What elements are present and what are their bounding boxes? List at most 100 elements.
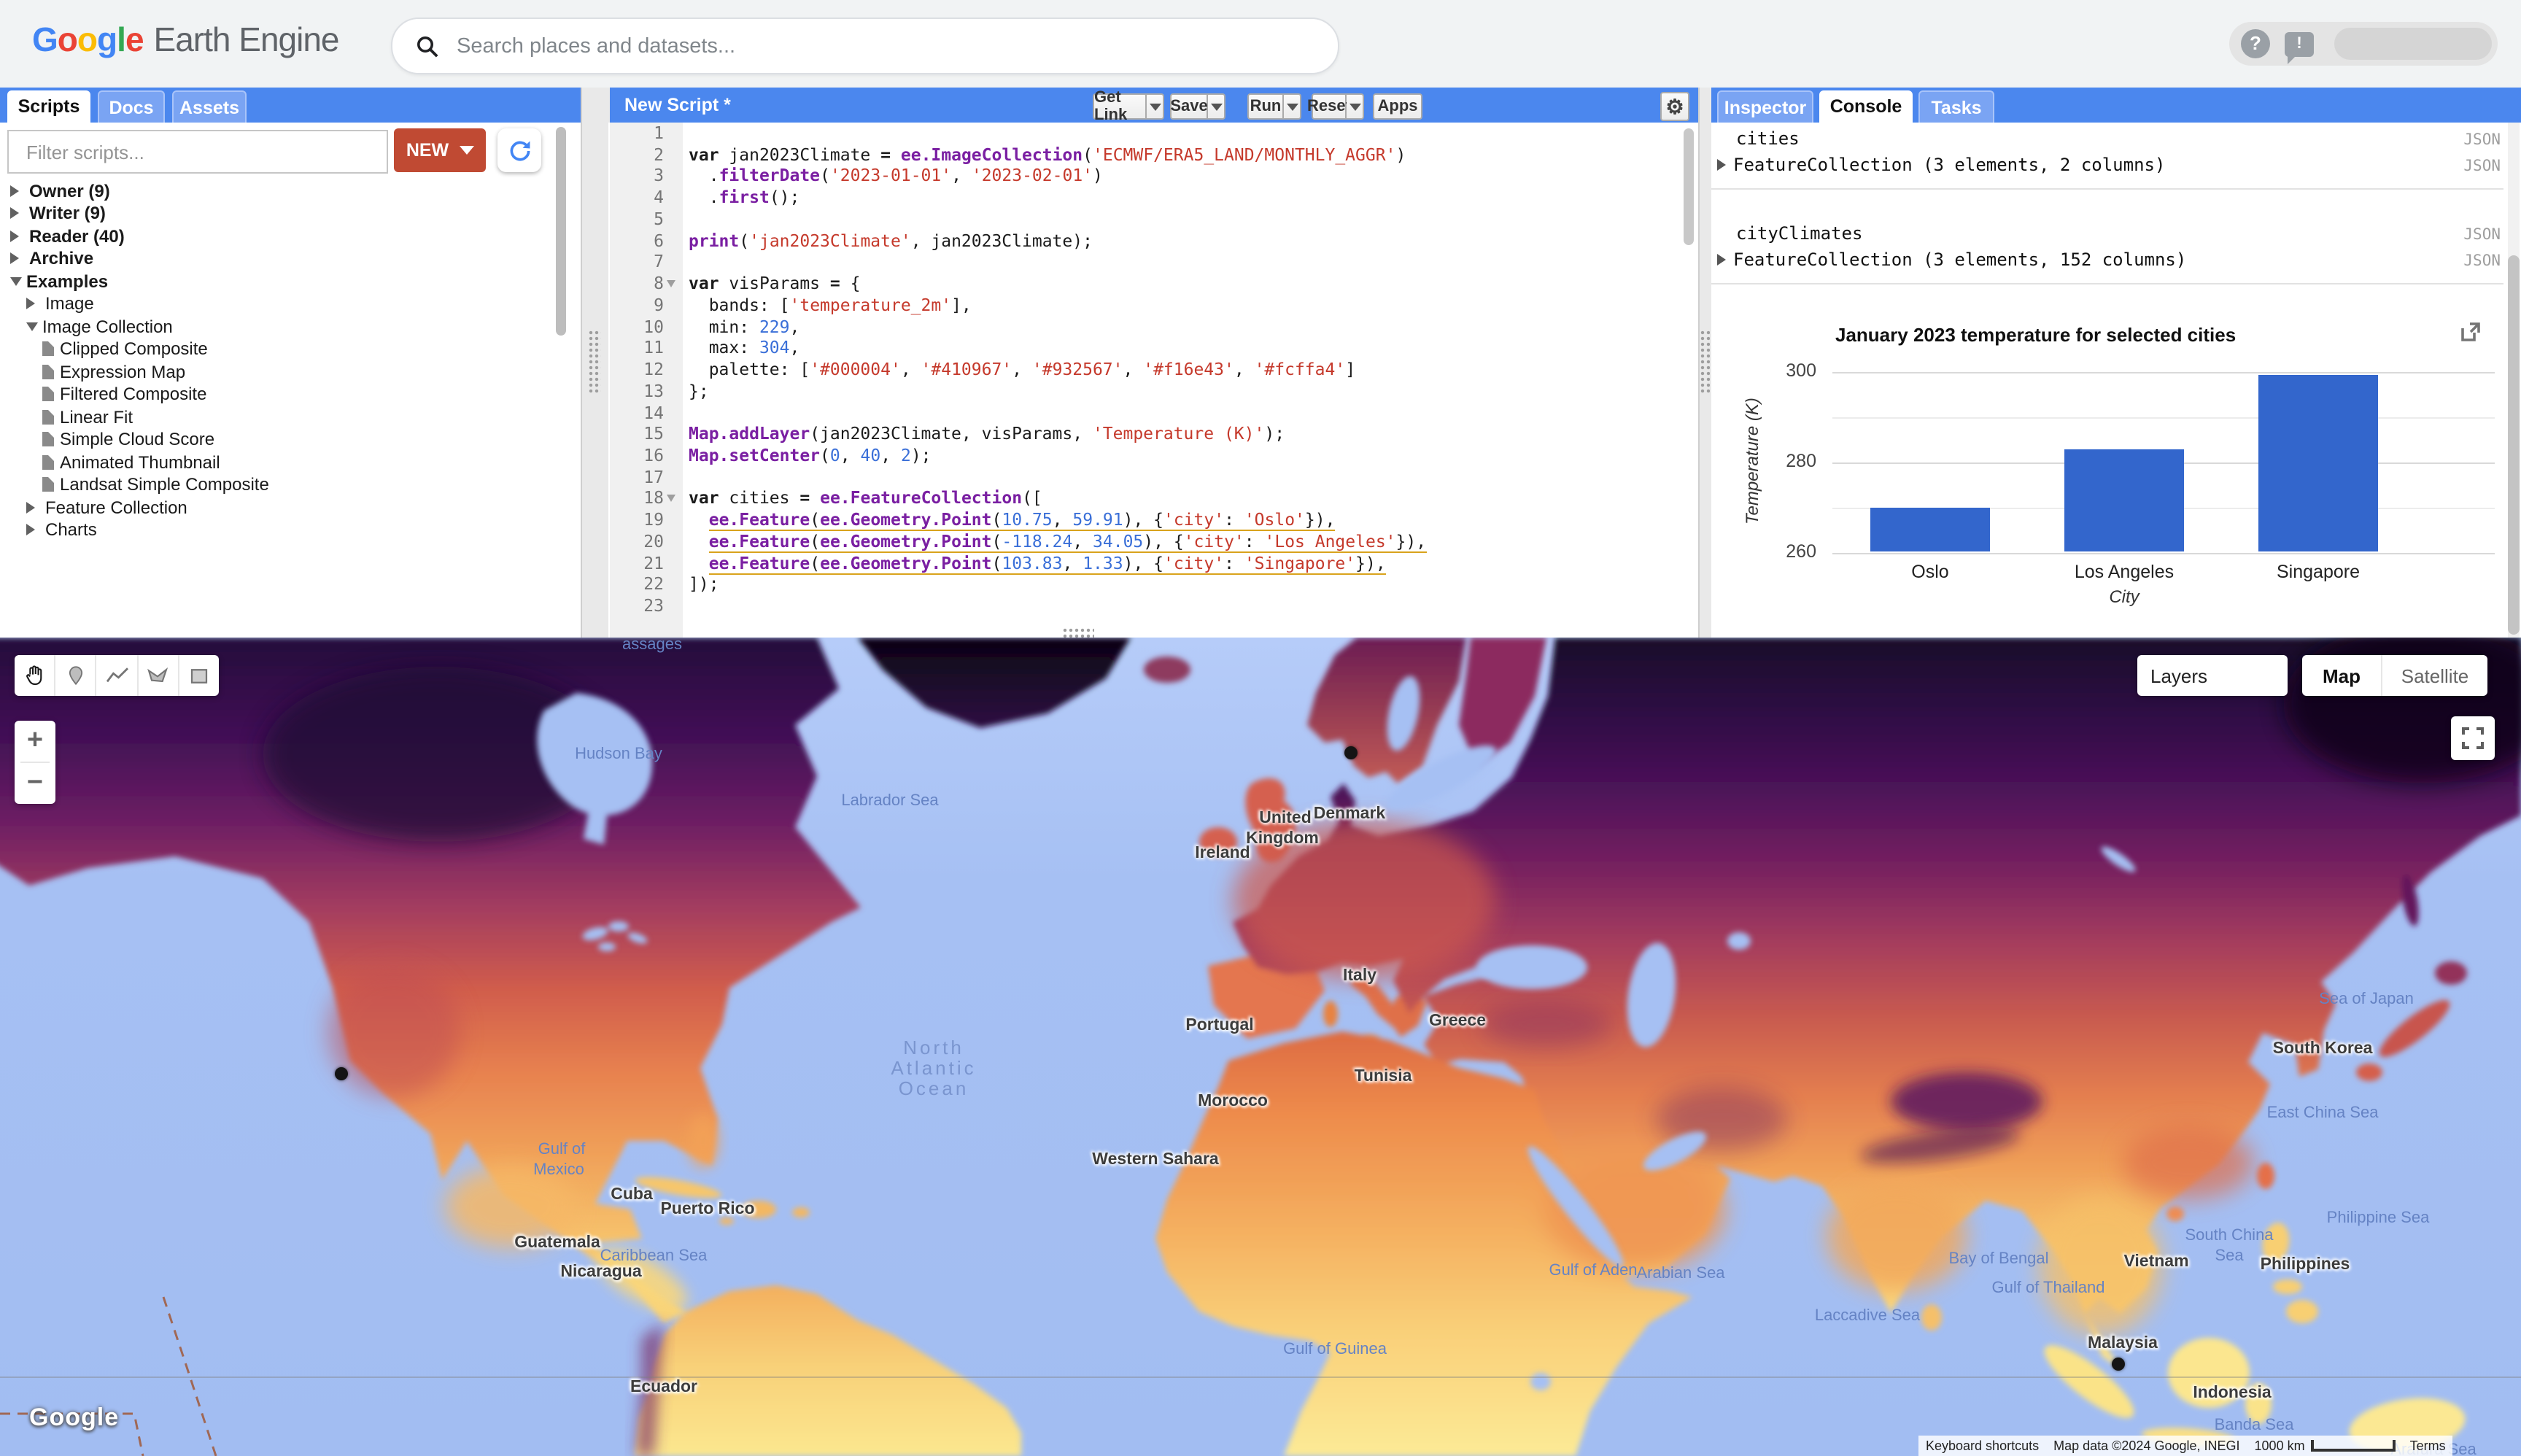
run-dropdown[interactable] xyxy=(1284,93,1301,120)
tab-tasks[interactable]: Tasks xyxy=(1918,90,1994,123)
caret-right-icon[interactable] xyxy=(26,298,41,310)
search-input[interactable]: Search places and datasets... xyxy=(391,18,1339,74)
json-tag[interactable]: JSON xyxy=(2422,131,2501,149)
console-entry-value[interactable]: FeatureCollection (3 elements, 152 colum… xyxy=(1733,249,2186,270)
code-line[interactable]: 13}; xyxy=(610,381,1684,402)
chart-popout-icon[interactable] xyxy=(2460,321,2482,343)
caret-down-icon[interactable] xyxy=(10,276,22,292)
code-line[interactable]: 20 ee.Feature(ee.Geometry.Point(-118.24,… xyxy=(610,530,1684,553)
settings-button[interactable]: ⚙ xyxy=(1660,92,1689,121)
rectangle-tool[interactable] xyxy=(179,655,219,696)
reset-button[interactable]: Reset xyxy=(1307,93,1351,120)
tree-item[interactable]: Reader (40) xyxy=(0,225,572,247)
map-type-map[interactable]: Map xyxy=(2302,655,2382,696)
reset-dropdown[interactable] xyxy=(1347,93,1364,120)
divider-drag-handle-2[interactable] xyxy=(1700,330,1710,394)
tree-item[interactable]: Writer (9) xyxy=(0,202,572,225)
map-type-satellite[interactable]: Satellite xyxy=(2382,655,2487,696)
code-line[interactable]: 3 .filterDate('2023-01-01', '2023-02-01'… xyxy=(610,166,1684,187)
code-line[interactable]: 9 bands: ['temperature_2m'], xyxy=(610,295,1684,316)
map-marker-singapore[interactable] xyxy=(2112,1358,2125,1371)
fold-arrow-icon[interactable] xyxy=(667,280,675,292)
map-canvas[interactable]: assages Hudson Bay Labrador Sea North Atlant… xyxy=(0,638,2521,1456)
save-button[interactable]: Save xyxy=(1170,93,1208,120)
map-marker-oslo[interactable] xyxy=(1344,746,1358,759)
code-line[interactable]: 18 var cities = ee.FeatureCollection([ xyxy=(610,488,1684,509)
tree-item[interactable]: Clipped Composite xyxy=(0,338,572,360)
marker-tool[interactable] xyxy=(55,655,97,696)
code-area[interactable]: 1 2 var jan2023Climate = ee.ImageCollectio… xyxy=(610,123,1684,638)
polyline-tool[interactable] xyxy=(97,655,139,696)
tree-item[interactable]: Landsat Simple Composite xyxy=(0,473,572,496)
map-marker-los-angeles[interactable] xyxy=(335,1067,348,1080)
console-entry-value[interactable]: FeatureCollection (3 elements, 2 columns… xyxy=(1733,155,2165,175)
json-tag[interactable]: JSON xyxy=(2422,158,2501,175)
code-line[interactable]: 12 palette: ['#000004', '#410967', '#932… xyxy=(610,359,1684,380)
code-line[interactable]: 22]); xyxy=(610,574,1684,595)
zoom-out-button[interactable]: − xyxy=(15,763,55,802)
code-line[interactable]: 19 ee.Feature(ee.Geometry.Point(10.75, 5… xyxy=(610,509,1684,532)
tab-inspector[interactable]: Inspector xyxy=(1717,90,1813,123)
json-tag[interactable]: JSON xyxy=(2422,252,2501,270)
tree-item[interactable]: Examples xyxy=(0,270,572,293)
code-line[interactable]: 6 print('jan2023Climate', jan2023Climate)… xyxy=(610,230,1684,251)
fold-arrow-icon[interactable] xyxy=(667,495,675,507)
tree-item[interactable]: Simple Cloud Score xyxy=(0,428,572,451)
code-line[interactable]: 11 max: 304, xyxy=(610,338,1684,359)
zoom-in-button[interactable]: + xyxy=(15,721,55,762)
apps-button[interactable]: Apps xyxy=(1373,93,1422,120)
tree-item[interactable]: Image Collection xyxy=(0,315,572,338)
tree-item[interactable]: Feature Collection xyxy=(0,496,572,519)
new-script-button[interactable]: NEW xyxy=(394,128,486,172)
tree-item[interactable]: Animated Thumbnail xyxy=(0,451,572,473)
fullscreen-button[interactable] xyxy=(2451,716,2495,760)
code-line[interactable]: 15 Map.addLayer(jan2023Climate, visParams… xyxy=(610,424,1684,445)
tab-docs[interactable]: Docs xyxy=(98,90,165,123)
layers-button[interactable]: Layers xyxy=(2137,655,2288,696)
pan-hand-tool[interactable] xyxy=(15,655,56,696)
tab-scripts[interactable]: Scripts xyxy=(7,90,90,123)
right-scrollbar[interactable] xyxy=(2508,255,2520,635)
editor-resize-handle[interactable] xyxy=(1062,627,1094,638)
tree-item[interactable]: Linear Fit xyxy=(0,406,572,428)
feedback-icon[interactable]: ! xyxy=(2285,31,2314,63)
divider-drag-handle[interactable] xyxy=(588,330,601,394)
refresh-button[interactable] xyxy=(497,128,541,172)
code-line[interactable]: 7 xyxy=(610,252,1684,273)
code-line[interactable]: 23 xyxy=(610,595,1684,616)
caret-right-icon[interactable] xyxy=(10,230,25,242)
help-icon[interactable]: ? xyxy=(2241,29,2270,58)
code-line[interactable]: 2 var jan2023Climate = ee.ImageCollection… xyxy=(610,144,1684,165)
tree-item[interactable]: Owner (9) xyxy=(0,179,572,202)
caret-right-icon[interactable] xyxy=(10,185,25,197)
code-line[interactable]: 8 var visParams = { xyxy=(610,273,1684,294)
get-link-button[interactable]: Get Link xyxy=(1093,89,1147,124)
caret-right-icon[interactable] xyxy=(26,524,41,536)
code-line[interactable]: 14 xyxy=(610,402,1684,423)
run-button[interactable]: Run xyxy=(1247,93,1284,120)
terms-link[interactable]: Terms xyxy=(2402,1435,2453,1456)
save-dropdown[interactable] xyxy=(1208,93,1225,120)
filter-scripts-input[interactable]: Filter scripts... xyxy=(7,130,388,174)
keyboard-shortcuts-link[interactable]: Keyboard shortcuts xyxy=(1918,1435,2047,1456)
caret-right-icon[interactable] xyxy=(1717,159,1732,171)
caret-right-icon[interactable] xyxy=(10,207,25,220)
tab-console[interactable]: Console xyxy=(1819,90,1913,123)
editor-scrollbar[interactable] xyxy=(1684,128,1694,245)
json-tag[interactable]: JSON xyxy=(2422,226,2501,244)
account-badge[interactable] xyxy=(2334,28,2492,60)
tree-item[interactable]: Expression Map xyxy=(0,360,572,383)
code-line[interactable]: 4 .first(); xyxy=(610,187,1684,208)
code-line[interactable]: 1 xyxy=(610,123,1684,144)
caret-right-icon[interactable] xyxy=(1717,254,1732,266)
code-line[interactable]: 16 Map.setCenter(0, 40, 2); xyxy=(610,445,1684,466)
caret-right-icon[interactable] xyxy=(10,252,25,265)
tree-item[interactable]: Archive xyxy=(0,247,572,270)
tree-item[interactable]: Charts xyxy=(0,519,572,541)
polygon-tool[interactable] xyxy=(138,655,179,696)
tree-item[interactable]: Filtered Composite xyxy=(0,383,572,406)
tab-assets[interactable]: Assets xyxy=(172,90,247,123)
caret-right-icon[interactable] xyxy=(26,501,41,514)
code-line[interactable]: 21 ee.Feature(ee.Geometry.Point(103.83, … xyxy=(610,552,1684,575)
caret-down-icon[interactable] xyxy=(26,322,38,337)
